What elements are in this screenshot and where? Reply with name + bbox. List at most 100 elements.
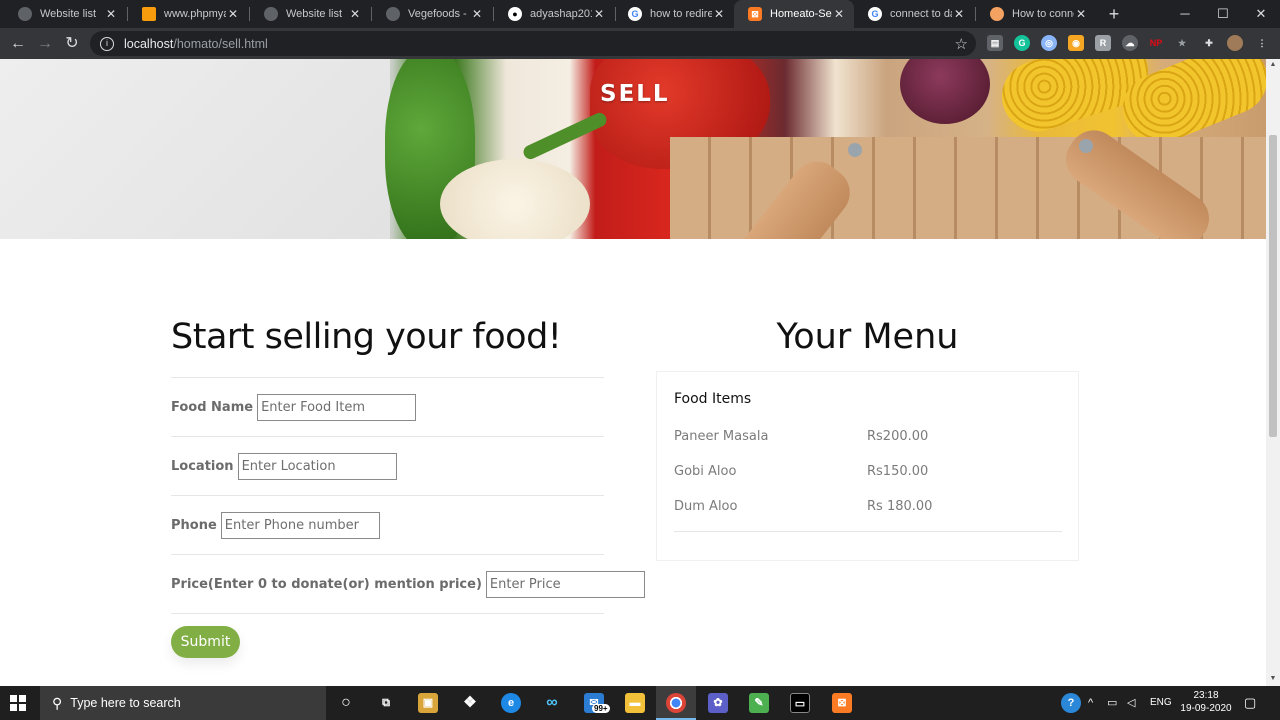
- browser-tab[interactable]: Website list ✕: [4, 0, 126, 28]
- address-bar[interactable]: i localhost/homato/sell.html ☆: [90, 31, 976, 56]
- site-icon: [990, 7, 1004, 21]
- menu-item-name: Paneer Masala: [674, 429, 769, 444]
- forward-button[interactable]: →: [34, 33, 56, 55]
- terminal-icon[interactable]: ▭: [790, 693, 810, 713]
- phone-row: Phone: [171, 495, 604, 554]
- browser-tab[interactable]: G how to redirect ✕: [614, 0, 734, 28]
- menu-card: Food Items Paneer Masala Rs200.00 Gobi A…: [656, 371, 1079, 561]
- volume-icon[interactable]: ◁: [1127, 686, 1135, 720]
- scroll-up-icon[interactable]: ▲: [1269, 61, 1277, 68]
- maximize-button[interactable]: ☐: [1204, 0, 1242, 28]
- task-view-icon[interactable]: ⧉: [376, 693, 396, 713]
- browser-toolbar: ← → ↻ i localhost/homato/sell.html ☆ ▤ G…: [0, 28, 1280, 59]
- phone-label: Phone: [171, 517, 217, 533]
- minimize-button[interactable]: ─: [1166, 0, 1204, 28]
- food-name-row: Food Name: [171, 377, 604, 436]
- price-label: Price(Enter 0 to donate(or) mention pric…: [171, 576, 482, 592]
- url-host: localhost: [124, 36, 174, 51]
- browser-tab-strip: Website list ✕ www.phpmyadmin ✕ Website …: [0, 0, 1280, 28]
- menu-item-name: Dum Aloo: [674, 499, 738, 514]
- menu-item-price: Rs150.00: [867, 464, 929, 479]
- browser-tab[interactable]: G connect to data ✕: [854, 0, 974, 28]
- location-input[interactable]: [237, 452, 397, 480]
- chrome-icon[interactable]: [666, 693, 686, 713]
- extension-icon[interactable]: R: [1095, 35, 1111, 51]
- phone-input[interactable]: [220, 511, 380, 539]
- google-icon: G: [628, 7, 642, 21]
- close-icon[interactable]: ✕: [226, 7, 240, 21]
- store-icon[interactable]: ▣: [418, 693, 438, 713]
- netflix-party-icon[interactable]: NP: [1148, 35, 1164, 51]
- hero-title: SELL: [600, 81, 670, 107]
- submit-button[interactable]: Submit: [171, 626, 240, 658]
- extension-icon[interactable]: ◎: [1041, 35, 1057, 51]
- extension-icon[interactable]: ▤: [987, 35, 1003, 51]
- dropbox-icon[interactable]: ❖: [460, 693, 480, 713]
- back-button[interactable]: ←: [7, 33, 29, 55]
- arduino-icon[interactable]: ∞: [542, 693, 562, 713]
- file-explorer-icon[interactable]: ▬: [625, 693, 645, 713]
- info-icon[interactable]: i: [100, 36, 114, 51]
- price-input[interactable]: [485, 570, 645, 598]
- location-row: Location: [171, 436, 604, 495]
- help-icon[interactable]: ?: [1061, 693, 1081, 713]
- edge-icon[interactable]: e: [501, 693, 521, 713]
- menu-icon[interactable]: ⋮: [1254, 35, 1270, 51]
- browser-tab[interactable]: ● adyashap2011/ ✕: [494, 0, 614, 28]
- page-scrollbar[interactable]: ▲ ▼: [1266, 59, 1280, 686]
- xampp-icon: ⊠: [748, 7, 762, 21]
- close-icon[interactable]: ✕: [470, 7, 484, 21]
- menu-section: Your Menu Food Items Paneer Masala Rs200…: [656, 317, 1079, 561]
- form-divider: [171, 613, 604, 614]
- new-tab-button[interactable]: +: [1104, 4, 1124, 24]
- clock-date: 19-09-2020: [1180, 703, 1232, 714]
- tab-title: adyashap2011/: [530, 8, 592, 20]
- food-name-input[interactable]: [257, 393, 417, 421]
- taskbar-clock[interactable]: 23:18 19-09-2020: [1178, 689, 1234, 715]
- extension-icon[interactable]: ◉: [1068, 35, 1084, 51]
- xampp-icon[interactable]: ⊠: [832, 693, 852, 713]
- grammarly-icon[interactable]: G: [1014, 35, 1030, 51]
- location-label: Location: [171, 458, 234, 474]
- language-indicator[interactable]: ENG: [1150, 686, 1172, 720]
- windows-taskbar: ⚲ Type here to search ○ ⧉ ▣ ❖ e ∞ ✉ 99+ …: [0, 686, 1280, 720]
- bookmark-star-icon[interactable]: ☆: [955, 35, 968, 53]
- chevron-up-icon[interactable]: ^: [1088, 686, 1093, 720]
- windows-start-icon[interactable]: [10, 695, 26, 711]
- browser-tab[interactable]: www.phpmyadmin ✕: [128, 0, 248, 28]
- avatar[interactable]: [1227, 35, 1243, 51]
- close-icon[interactable]: ✕: [832, 7, 846, 21]
- close-window-button[interactable]: ✕: [1242, 0, 1280, 28]
- phpmyadmin-icon: [142, 7, 156, 21]
- scroll-down-icon[interactable]: ▼: [1269, 675, 1277, 682]
- reload-button[interactable]: ↻: [61, 33, 83, 55]
- puzzle-icon[interactable]: ✚: [1201, 35, 1217, 51]
- scrollbar-thumb[interactable]: [1269, 135, 1277, 437]
- sell-form: Start selling your food! Food Name Locat…: [171, 317, 645, 658]
- app-icon[interactable]: ✿: [708, 693, 728, 713]
- browser-tab[interactable]: Website list ✕: [250, 0, 370, 28]
- taskbar-search[interactable]: ⚲ Type here to search: [40, 686, 326, 720]
- browser-tab-active[interactable]: ⊠ Homeato-Sell ✕: [734, 0, 854, 28]
- extension-icon[interactable]: ☁: [1122, 35, 1138, 51]
- tab-title: Website list: [40, 8, 97, 20]
- tab-title: how to redirect: [650, 8, 712, 20]
- close-icon[interactable]: ✕: [952, 7, 966, 21]
- food-name-label: Food Name: [171, 399, 254, 415]
- cortana-icon[interactable]: ○: [336, 693, 356, 713]
- mail-badge: 99+: [592, 704, 610, 713]
- browser-tab[interactable]: Vegefoods - Free ✕: [372, 0, 492, 28]
- notepad-plus-icon[interactable]: ✎: [749, 693, 769, 713]
- battery-icon[interactable]: ▭: [1107, 686, 1117, 720]
- browser-tab[interactable]: How to connect ✕: [976, 0, 1096, 28]
- close-icon[interactable]: ✕: [348, 7, 362, 21]
- close-icon[interactable]: ✕: [712, 7, 726, 21]
- tab-title: Website list: [286, 8, 343, 20]
- star-icon[interactable]: ★: [1174, 35, 1190, 51]
- close-icon[interactable]: ✕: [592, 7, 606, 21]
- page-viewport: SELL Start selling your food! Food Name …: [0, 59, 1266, 686]
- close-icon[interactable]: ✕: [104, 7, 118, 21]
- price-row: Price(Enter 0 to donate(or) mention pric…: [171, 554, 645, 613]
- notification-icon[interactable]: ▢: [1244, 686, 1256, 720]
- close-icon[interactable]: ✕: [1074, 7, 1088, 21]
